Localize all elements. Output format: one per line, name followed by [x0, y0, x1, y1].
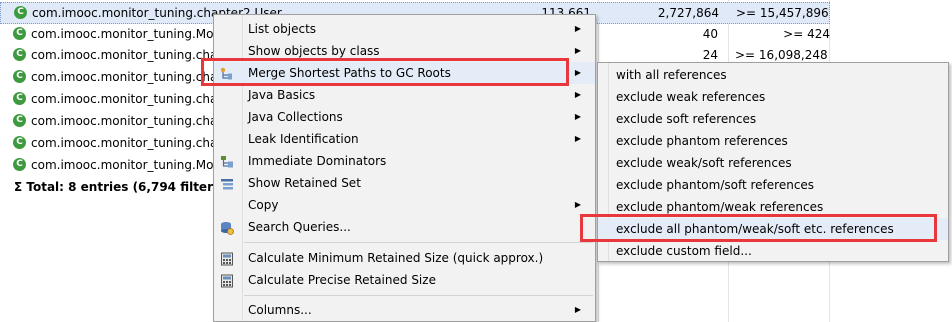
menu-item-java-collections[interactable]: Java Collections ▶ — [214, 106, 595, 128]
menu-item-label: Java Collections — [248, 110, 343, 124]
search-queries-icon — [220, 220, 234, 235]
menu-item-list-objects[interactable]: List objects ▶ — [214, 18, 595, 40]
menu-item-label: Java Basics — [248, 88, 316, 102]
submenu-arrow-icon: ▶ — [574, 112, 581, 121]
menu-item-leak-identification[interactable]: Leak Identification ▶ — [214, 128, 595, 150]
menu-item-java-basics[interactable]: Java Basics ▶ — [214, 84, 595, 106]
menu-item-columns[interactable]: Columns... ▶ — [214, 299, 595, 321]
submenu-item-with-all-references[interactable]: with all references — [598, 64, 948, 86]
submenu-item-exclude-weak[interactable]: exclude weak references — [598, 86, 948, 108]
submenu-item-label: with all references — [616, 68, 727, 82]
class-icon: C — [14, 6, 27, 19]
annotation-highlight-merge — [201, 58, 569, 86]
menu-item-label: Show Retained Set — [248, 176, 361, 190]
submenu-item-exclude-custom-field[interactable]: exclude custom field... — [598, 240, 948, 262]
submenu-item-label: exclude custom field... — [616, 244, 752, 258]
retained-heap-cell: >= 424 — [783, 27, 830, 41]
class-name: com.imooc.monitor_tuning.Mon — [31, 27, 222, 41]
menu-item-label: Columns... — [248, 303, 312, 317]
menu-item-label: Leak Identification — [248, 132, 359, 146]
class-icon: C — [13, 70, 26, 83]
class-name: com.imooc.monitor_tuning.chap — [31, 48, 225, 62]
menu-item-calc-min-retained[interactable]: Calculate Minimum Retained Size (quick a… — [214, 247, 595, 269]
submenu-item-label: exclude phantom/soft references — [616, 178, 815, 192]
submenu-arrow-icon: ▶ — [574, 305, 581, 314]
submenu-arrow-icon: ▶ — [574, 90, 581, 99]
submenu-item-exclude-weak-soft[interactable]: exclude weak/soft references — [598, 152, 948, 174]
class-icon: C — [13, 136, 26, 149]
calculator-icon — [220, 251, 234, 266]
menu-separator — [244, 242, 593, 243]
dominators-icon — [220, 154, 234, 168]
class-name: com.imooc.monitor_tuning.chap — [31, 114, 225, 128]
class-name: com.imooc.monitor_tuning.Mon — [31, 158, 222, 172]
submenu-arrow-icon: ▶ — [574, 24, 581, 33]
class-name: com.imooc.monitor_tuning.chap — [31, 136, 225, 150]
menu-item-search-queries[interactable]: Search Queries... — [214, 216, 595, 238]
submenu-item-exclude-phantom-soft[interactable]: exclude phantom/soft references — [598, 174, 948, 196]
submenu-item-label: exclude weak/soft references — [616, 156, 792, 170]
menu-item-label: Copy — [248, 198, 279, 212]
calculator-icon — [220, 273, 234, 288]
submenu-item-exclude-phantom[interactable]: exclude phantom references — [598, 130, 948, 152]
menu-item-show-retained-set[interactable]: Show Retained Set — [214, 172, 595, 194]
submenu-item-label: exclude weak references — [616, 90, 766, 104]
menu-separator — [244, 295, 593, 296]
total-label: Σ Total: 8 entries (6,794 filtered) — [14, 180, 236, 194]
submenu-item-label: exclude phantom references — [616, 134, 788, 148]
menu-item-label: Immediate Dominators — [248, 154, 387, 168]
shallow-heap-cell: 2,727,864 — [657, 6, 719, 20]
menu-item-label: Calculate Minimum Retained Size (quick a… — [248, 251, 544, 265]
menu-item-copy[interactable]: Copy ▶ — [214, 194, 595, 216]
submenu-arrow-icon: ▶ — [574, 200, 581, 209]
shallow-heap-cell: 40 — [702, 27, 718, 41]
submenu-arrow-icon: ▶ — [574, 46, 581, 55]
retained-set-icon — [220, 176, 234, 190]
menu-item-label: List objects — [248, 22, 317, 36]
class-icon: C — [13, 158, 26, 171]
submenu-item-exclude-soft[interactable]: exclude soft references — [598, 108, 948, 130]
submenu-arrow-icon: ▶ — [574, 68, 581, 77]
submenu-arrow-icon: ▶ — [574, 134, 581, 143]
menu-item-calc-precise-retained[interactable]: Calculate Precise Retained Size — [214, 269, 595, 291]
class-icon: C — [13, 27, 26, 40]
class-icon: C — [13, 114, 26, 127]
menu-item-label: Search Queries... — [248, 220, 351, 234]
retained-heap-cell: >= 15,457,896 — [736, 6, 829, 20]
annotation-highlight-exclude-all — [580, 214, 937, 242]
class-icon: C — [13, 48, 26, 61]
class-name: com.imooc.monitor_tuning.chap — [31, 92, 225, 106]
submenu-item-label: exclude soft references — [616, 112, 757, 126]
menu-item-immediate-dominators[interactable]: Immediate Dominators — [214, 150, 595, 172]
class-icon: C — [13, 92, 26, 105]
menu-item-label: Calculate Precise Retained Size — [248, 273, 436, 287]
class-name: com.imooc.monitor_tuning.chap — [31, 70, 225, 84]
